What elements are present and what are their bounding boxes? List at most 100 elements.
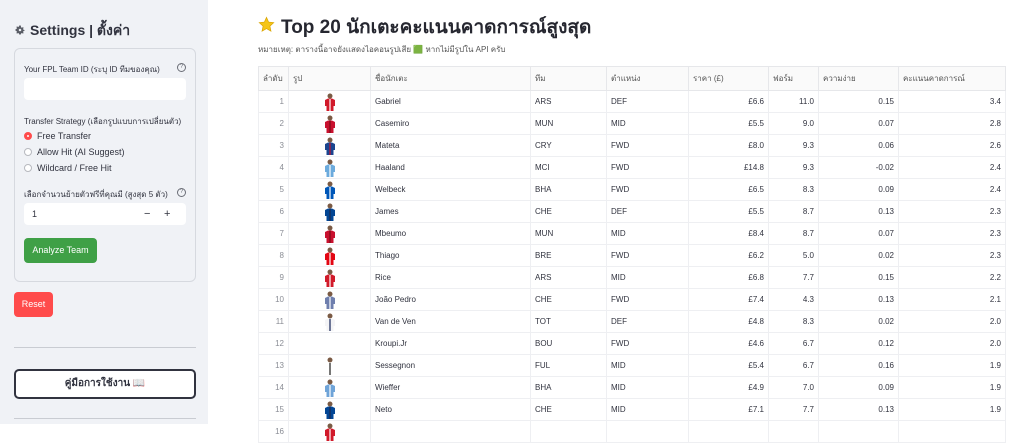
col-header-name[interactable]: ชื่อนักเตะ: [370, 66, 531, 91]
radio-wildcard[interactable]: Wildcard / Free Hit: [24, 163, 112, 173]
player-position: FWD: [606, 134, 689, 157]
radio-label: Free Transfer: [37, 131, 92, 141]
player-price: £7.4: [688, 288, 769, 311]
player-predicted-points: 2.3: [898, 200, 1006, 223]
player-form: 8.3: [768, 310, 819, 333]
col-header-photo[interactable]: รูป: [288, 66, 371, 91]
player-kit-icon: [324, 291, 335, 309]
player-predicted-points: 1.9: [898, 398, 1006, 421]
divider: [14, 347, 196, 348]
player-rank: 6: [258, 200, 289, 223]
table-row: 12 Kroupi.Jr BOU FWD £4.6 6.7 0.12 2.0: [258, 332, 1006, 355]
player-photo: [288, 222, 371, 245]
minus-button[interactable]: −: [144, 203, 150, 225]
col-header-team[interactable]: ทีม: [530, 66, 607, 91]
table-row: 9 Rice ARS MID £6.8 7.7 0.15 2.2: [258, 266, 1006, 289]
player-team: FUL: [530, 354, 607, 377]
player-predicted-points: 2.0: [898, 332, 1006, 355]
player-predicted-points: 2.2: [898, 266, 1006, 289]
player-name: Welbeck: [370, 178, 531, 201]
player-team: MUN: [530, 112, 607, 135]
player-price: £4.6: [688, 332, 769, 355]
reset-button[interactable]: Reset: [14, 292, 53, 317]
help-icon[interactable]: ?: [177, 63, 186, 72]
team-id-input[interactable]: [24, 78, 186, 100]
player-kit-icon: [324, 247, 335, 265]
player-price: £6.5: [688, 178, 769, 201]
help-icon[interactable]: ?: [177, 188, 186, 197]
player-position: MID: [606, 266, 689, 289]
radio-unselected-icon: [24, 148, 32, 156]
player-ease: 0.07: [818, 222, 899, 245]
player-kit-icon: [324, 203, 335, 221]
player-kit-icon: [324, 423, 335, 441]
table-row: 2 Casemiro MUN MID £5.5 9.0 0.07 2.8: [258, 112, 1006, 135]
strategy-label: Transfer Strategy (เลือกรูปแบบการเปลี่ยน…: [24, 117, 182, 126]
player-kit-icon: [324, 313, 335, 331]
col-header-predicted[interactable]: คะแนนคาดการณ์: [898, 66, 1006, 91]
num-transfers-stepper[interactable]: 1 − +: [24, 203, 186, 225]
radio-label: Allow Hit (AI Suggest): [37, 147, 125, 157]
player-rank: 12: [258, 332, 289, 355]
player-price: £6.8: [688, 266, 769, 289]
table-row: 10 João Pedro CHE FWD £7.4 4.3 0.13 2.1: [258, 288, 1006, 311]
table-row: 13 Sessegnon FUL MID £5.4 6.7 0.16 1.9: [258, 354, 1006, 377]
col-header-price[interactable]: ราคา (£): [688, 66, 769, 91]
radio-selected-icon: [24, 132, 32, 140]
player-price: £14.8: [688, 156, 769, 179]
player-rank: 13: [258, 354, 289, 377]
player-form: 6.7: [768, 354, 819, 377]
player-kit-icon: [324, 225, 335, 243]
player-ease: 0.13: [818, 398, 899, 421]
player-predicted-points: 3.4: [898, 90, 1006, 113]
player-price: £6.2: [688, 244, 769, 267]
col-header-rank[interactable]: ลำดับ: [258, 66, 289, 91]
page-title-text: Top 20 นักเตะคะแนนคาดการณ์สูงสุด: [281, 17, 592, 38]
player-name: Mateta: [370, 134, 531, 157]
player-team: CHE: [530, 398, 607, 421]
player-name: Gabriel: [370, 90, 531, 113]
page-title: Top 20 นักเตะคะแนนคาดการณ์สูงสุด: [258, 12, 591, 42]
player-name: Wieffer: [370, 376, 531, 399]
player-ease: 0.16: [818, 354, 899, 377]
player-kit-icon: [324, 357, 335, 375]
player-position: MID: [606, 354, 689, 377]
player-name: Mbeumo: [370, 222, 531, 245]
table-row: 1 Gabriel ARS DEF £6.6 11.0 0.15 3.4: [258, 90, 1006, 113]
player-name: Neto: [370, 398, 531, 421]
col-header-ease[interactable]: ความง่าย: [818, 66, 899, 91]
player-kit-icon: [324, 93, 335, 111]
player-predicted-points: 2.1: [898, 288, 1006, 311]
player-form: 7.7: [768, 398, 819, 421]
table-row: 6 James CHE DEF £5.5 8.7 0.13 2.3: [258, 200, 1006, 223]
plus-button[interactable]: +: [164, 203, 170, 225]
sidebar-title: Settings | ตั้งค่า: [14, 20, 130, 42]
star-icon: [258, 16, 275, 39]
player-rank: 9: [258, 266, 289, 289]
analyze-team-button[interactable]: Analyze Team: [24, 238, 97, 263]
player-price: £7.1: [688, 398, 769, 421]
player-position: DEF: [606, 90, 689, 113]
player-form: 8.3: [768, 178, 819, 201]
player-name: Thiago: [370, 244, 531, 267]
player-predicted-points: 2.3: [898, 222, 1006, 245]
player-kit-icon: [324, 379, 335, 397]
player-kit-icon: [324, 269, 335, 287]
player-rank: 7: [258, 222, 289, 245]
player-photo: [288, 398, 371, 421]
player-name: Casemiro: [370, 112, 531, 135]
player-form: 7.7: [768, 266, 819, 289]
player-rank: 11: [258, 310, 289, 333]
col-header-form[interactable]: ฟอร์ม: [768, 66, 819, 91]
player-photo: [288, 200, 371, 223]
table-row: 15 Neto CHE MID £7.1 7.7 0.13 1.9: [258, 398, 1006, 421]
player-form: 9.3: [768, 134, 819, 157]
radio-allow-hit[interactable]: Allow Hit (AI Suggest): [24, 147, 125, 157]
player-position: FWD: [606, 156, 689, 179]
radio-free-transfer[interactable]: Free Transfer: [24, 131, 91, 141]
player-ease: 0.02: [818, 244, 899, 267]
player-position: DEF: [606, 310, 689, 333]
manual-button[interactable]: คู่มือการใช้งาน 📖: [14, 369, 196, 399]
player-price: £4.8: [688, 310, 769, 333]
col-header-position[interactable]: ตำแหน่ง: [606, 66, 689, 91]
